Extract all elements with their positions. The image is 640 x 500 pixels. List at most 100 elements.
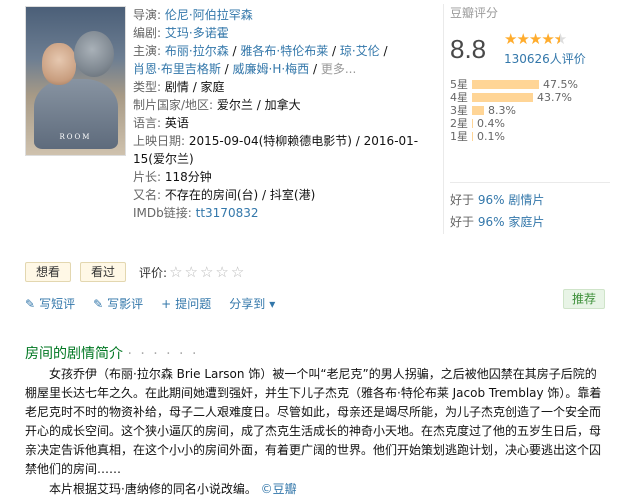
cast-row: 主演: 布丽·拉尔森 / 雅各布·特伦布莱 / 琼·艾伦 / <box>133 44 388 58</box>
poster-child <box>74 31 114 77</box>
aka-label: 又名: <box>133 188 162 202</box>
summary-title: 房间的剧情简介 · · · · · · <box>25 343 198 363</box>
cast-row-2: 肖恩·布里吉格斯 / 威廉姆·H·梅西 / 更多... <box>133 62 357 76</box>
cast-label: 主演: <box>133 44 162 58</box>
poster-mother <box>42 43 76 85</box>
aka-value: 不存在的房间(台) / 抖室(港) <box>164 188 316 202</box>
write-review-button[interactable]: ✎ 写影评 <box>93 295 143 312</box>
want-to-watch-button[interactable]: 想看 <box>25 262 72 282</box>
imdb-link[interactable]: tt3170832 <box>196 206 259 220</box>
writer-link[interactable]: 艾玛·多诺霍 <box>165 26 229 40</box>
summary-dots: · · · · · · <box>127 346 199 362</box>
rating-title: 豆瓣评分 <box>450 6 499 20</box>
rating-bar-row: 3星 8.3% <box>450 104 615 117</box>
rating-bar-percent: 0.4% <box>477 117 505 130</box>
director-label: 导演: <box>133 8 162 22</box>
cast-link[interactable]: 雅各布·特伦布莱 <box>240 44 328 58</box>
ops-bar: ✎ 写短评 ✎ 写影评 + 提问题 分享到 ▾ 推荐 <box>25 289 605 312</box>
rating-score: 8.8 <box>450 34 487 64</box>
rating-bar-percent: 47.5% <box>543 78 578 91</box>
better-than-row: 好于 96% 家庭片 <box>450 211 610 233</box>
summary-title-text: 房间的剧情简介 <box>25 346 123 362</box>
douban-source-link[interactable]: ©豆瓣 <box>261 482 297 496</box>
rating-bar-row: 5星 47.5% <box>450 78 615 91</box>
director-row: 导演: 伦尼·阿伯拉罕森 <box>133 6 433 24</box>
writer-row: 编剧: 艾玛·多诺霍 <box>133 24 433 42</box>
director-link[interactable]: 伦尼·阿伯拉罕森 <box>165 8 253 22</box>
write-short-review-button[interactable]: ✎ 写短评 <box>25 295 75 312</box>
chevron-down-icon: ▾ <box>269 296 276 311</box>
share-dropdown[interactable]: 分享到 ▾ <box>229 295 279 312</box>
genre-value: 剧情 / 家庭 <box>164 80 225 94</box>
better-genre-link[interactable]: 剧情片 <box>508 193 544 207</box>
aka-row: 又名: 不存在的房间(台) / 抖室(港) <box>133 186 433 204</box>
language-row: 语言: 英语 <box>133 114 433 132</box>
country-label: 制片国家/地区: <box>133 98 214 112</box>
rating-bar-fill <box>472 93 533 102</box>
better-genre-link[interactable]: 家庭片 <box>508 215 544 229</box>
poster-title: ROOM <box>59 133 92 141</box>
rating-bar-label: 4星 <box>450 91 468 104</box>
rate-label: 评价: <box>139 265 168 280</box>
rating-bar-percent: 8.3% <box>488 104 516 117</box>
short-review-label: 写短评 <box>39 297 76 311</box>
recommend-button[interactable]: 推荐 <box>562 289 605 309</box>
better-pct-link[interactable]: 96% <box>478 215 505 229</box>
cast-link[interactable]: 琼·艾伦 <box>340 44 380 58</box>
rating-votes-link[interactable]: 130626人评价 <box>504 50 586 67</box>
note-text: 本片根据艾玛·唐纳修的同名小说改编。 <box>49 482 257 496</box>
language-value: 英语 <box>164 116 189 130</box>
rating-bar-label: 1星 <box>450 130 468 143</box>
release-label: 上映日期: <box>133 134 186 148</box>
rating-bar-row: 4星 43.7% <box>450 91 615 104</box>
rating-stars-icon: ★★★★★ <box>504 30 567 48</box>
ask-question-button[interactable]: + 提问题 <box>161 295 211 312</box>
rating-bar-percent: 0.1% <box>477 130 505 143</box>
country-row: 制片国家/地区: 爱尔兰 / 加拿大 <box>133 96 433 114</box>
rating-bar-percent: 43.7% <box>537 91 572 104</box>
rating-bar-fill <box>472 132 473 141</box>
cast-more-link[interactable]: 更多... <box>321 62 356 76</box>
pencil-icon: ✎ <box>93 296 104 311</box>
rating-bar-fill <box>472 80 539 89</box>
writer-label: 编剧: <box>133 26 162 40</box>
rating-bar-row: 2星 0.4% <box>450 117 615 130</box>
question-label: 提问题 <box>175 297 212 311</box>
cast-link[interactable]: 肖恩·布里吉格斯 <box>133 62 221 76</box>
watched-button[interactable]: 看过 <box>80 262 127 282</box>
rating-bar-fill <box>472 106 484 115</box>
plus-icon: + <box>161 296 172 311</box>
divider <box>450 182 610 183</box>
rating-bar-fill <box>472 119 473 128</box>
rate-stars-input[interactable]: ☆☆☆☆☆ <box>169 263 246 281</box>
rating-bar-label: 2星 <box>450 117 468 130</box>
movie-poster[interactable]: ROOM <box>25 6 126 156</box>
rating-bar-label: 3星 <box>450 104 468 117</box>
rating-distribution: 5星 47.5% 4星 43.7% 3星 8.3% 2星 0.4% 1星 0.1% <box>450 78 615 143</box>
better-pct-link[interactable]: 96% <box>478 193 505 207</box>
cast-link[interactable]: 威廉姆·H·梅西 <box>233 62 310 76</box>
better-prefix: 好于 <box>450 215 475 229</box>
review-label: 写影评 <box>107 297 144 311</box>
language-label: 语言: <box>133 116 162 130</box>
imdb-row: IMDb链接: tt3170832 <box>133 204 433 222</box>
cast-link[interactable]: 布丽·拉尔森 <box>165 44 229 58</box>
better-prefix: 好于 <box>450 193 475 207</box>
user-actions: 想看 看过 评价: ☆☆☆☆☆ <box>25 262 246 282</box>
genre-row: 类型: 剧情 / 家庭 <box>133 78 433 96</box>
runtime-label: 片长: <box>133 170 162 184</box>
rating-bar-label: 5星 <box>450 78 468 91</box>
summary-note: 本片根据艾玛·唐纳修的同名小说改编。 ©豆瓣 <box>49 480 297 497</box>
release-row: 上映日期: 2015-09-04(特柳赖德电影节) / 2016-01-15(爱… <box>133 132 433 168</box>
rating-bar-row: 1星 0.1% <box>450 130 615 143</box>
better-than: 好于 96% 剧情片 好于 96% 家庭片 <box>450 176 610 233</box>
runtime-value: 118分钟 <box>164 170 212 184</box>
share-label: 分享到 <box>229 297 266 311</box>
movie-info: 导演: 伦尼·阿伯拉罕森 编剧: 艾玛·多诺霍 主演: 布丽·拉尔森 / 雅各布… <box>133 6 433 222</box>
summary-text: 女孩乔伊（布丽·拉尔森 Brie Larson 饰）被一个叫“老尼克”的男人拐骗… <box>25 367 602 476</box>
genre-label: 类型: <box>133 80 162 94</box>
runtime-row: 片长: 118分钟 <box>133 168 433 186</box>
pencil-icon: ✎ <box>25 296 36 311</box>
imdb-label: IMDb链接: <box>133 206 192 220</box>
better-than-row: 好于 96% 剧情片 <box>450 189 610 211</box>
